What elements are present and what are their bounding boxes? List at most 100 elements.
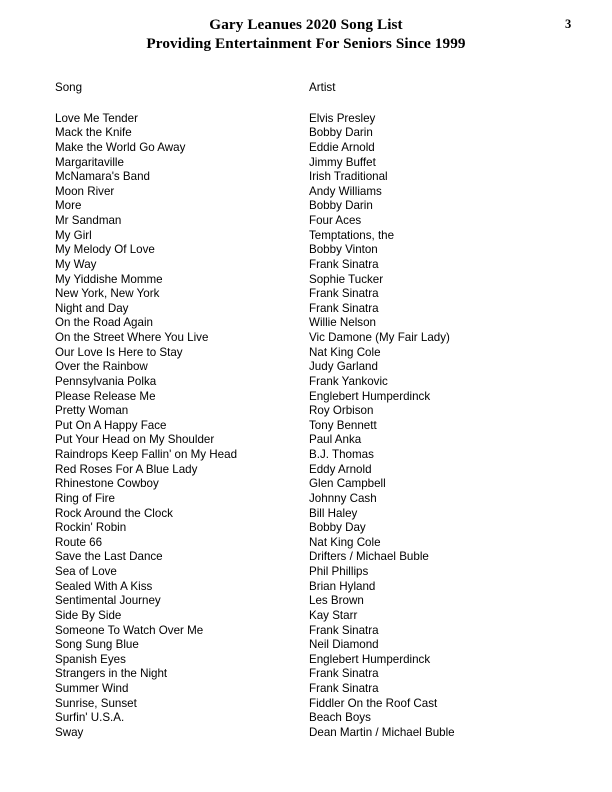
table-row: More Bobby Darin <box>55 199 575 214</box>
table-row: Moon River Andy Williams <box>55 185 575 200</box>
table-row: My Girl Temptations, the <box>55 229 575 244</box>
song-title-cell: Spanish Eyes <box>55 652 126 666</box>
artist-name-cell: Sophie Tucker <box>309 272 384 286</box>
table-header-row: Song Artist <box>55 81 575 96</box>
song-title-cell: Someone To Watch Over Me <box>55 623 204 637</box>
table-row: Side By Side Kay Starr <box>55 609 575 624</box>
song-title-cell: Love Me Tender <box>55 111 138 125</box>
song-title-cell: Mack the Knife <box>55 126 132 140</box>
artist-name-cell: Irish Traditional <box>309 170 388 184</box>
artist-name-cell: Andy Williams <box>309 184 382 198</box>
song-title-cell: Put On A Happy Face <box>55 418 167 432</box>
song-title-cell: Song Sung Blue <box>55 638 139 652</box>
song-title-cell: McNamara's Band <box>55 170 150 184</box>
table-row: Make the World Go Away Eddie Arnold <box>55 141 575 156</box>
song-title-cell: Strangers in the Night <box>55 667 168 681</box>
table-row: Song Sung Blue Neil Diamond <box>55 638 575 653</box>
column-header-artist: Artist <box>309 81 336 94</box>
artist-name-cell: Glen Campbell <box>309 477 386 491</box>
artist-name-cell: Tony Bennett <box>309 418 377 432</box>
artist-name-cell: Neil Diamond <box>309 638 379 652</box>
table-header: Song Artist <box>55 81 575 112</box>
document-page: Gary Leanues 2020 Song List Providing En… <box>0 0 612 792</box>
song-title-cell: New York, New York <box>55 287 160 301</box>
table-row: Please Release Me Englebert Humperdinck <box>55 390 575 405</box>
artist-name-cell: Fiddler On the Roof Cast <box>309 696 438 710</box>
song-title-cell: More <box>55 199 82 213</box>
artist-name-cell: Englebert Humperdinck <box>309 389 431 403</box>
table-row: On the Road Again Willie Nelson <box>55 316 575 331</box>
artist-name-cell: Frank Sinatra <box>309 667 379 681</box>
artist-name-cell: Frank Sinatra <box>309 623 379 637</box>
header-spacer-row <box>55 96 575 112</box>
table-row: Pennsylvania Polka Frank Yankovic <box>55 375 575 390</box>
song-title-cell: On the Street Where You Live <box>55 331 209 344</box>
artist-name-cell: Kay Starr <box>309 608 358 622</box>
table-row: New York, New York Frank Sinatra <box>55 287 575 302</box>
table-row: Rhinestone Cowboy Glen Campbell <box>55 477 575 492</box>
artist-name-cell: Frank Sinatra <box>309 301 379 315</box>
document-title-line-1: Gary Leanues 2020 Song List <box>209 16 403 33</box>
artist-name-cell: Temptations, the <box>309 228 395 242</box>
artist-name-cell: Nat King Cole <box>309 535 381 549</box>
song-title-cell: Put Your Head on My Shoulder <box>55 433 215 447</box>
artist-name-cell: Brian Hyland <box>309 579 376 593</box>
table-row: Summer Wind Frank Sinatra <box>55 682 575 697</box>
song-title-cell: Route 66 <box>55 535 103 549</box>
song-title-cell: My Girl <box>55 228 92 242</box>
table-row: Margaritaville Jimmy Buffet <box>55 156 575 171</box>
table-row: Our Love Is Here to Stay Nat King Cole <box>55 346 575 361</box>
artist-name-cell: B.J. Thomas <box>309 448 374 461</box>
table-row: Love Me Tender Elvis Presley <box>55 112 575 127</box>
artist-name-cell: Les Brown <box>309 594 364 608</box>
artist-name-cell: Judy Garland <box>309 360 378 374</box>
artist-name-cell: Frank Sinatra <box>309 287 379 301</box>
artist-name-cell: Beach Boys <box>309 711 371 725</box>
song-title-cell: Sea of Love <box>55 565 117 578</box>
artist-name-cell: Bobby Day <box>309 521 366 535</box>
artist-name-cell: Eddie Arnold <box>309 140 375 154</box>
table-row: Mack the Knife Bobby Darin <box>55 126 575 141</box>
table-row: Sunrise, Sunset Fiddler On the Roof Cast <box>55 697 575 712</box>
song-title-cell: On the Road Again <box>55 316 153 330</box>
table-row: Strangers in the Night Frank Sinatra <box>55 667 575 682</box>
song-title-cell: Summer Wind <box>55 682 129 695</box>
song-title-cell: Red Roses For A Blue Lady <box>55 462 198 476</box>
artist-name-cell: Paul Anka <box>309 433 362 447</box>
table-row: Someone To Watch Over Me Frank Sinatra <box>55 624 575 639</box>
song-title-cell: My Way <box>55 257 97 271</box>
table-body: Love Me Tender Elvis Presley Mack the Knif… <box>55 112 575 741</box>
column-header-song: Song <box>55 81 83 94</box>
table-row: Pretty Woman Roy Orbison <box>55 404 575 419</box>
table-row: Ring of Fire Johnny Cash <box>55 492 575 507</box>
table-row: My Yiddishe Momme Sophie Tucker <box>55 273 575 288</box>
artist-name-cell: Johnny Cash <box>309 491 377 505</box>
artist-name-cell: Frank Sinatra <box>309 682 379 695</box>
table-row: McNamara's Band Irish Traditional <box>55 170 575 185</box>
artist-name-cell: Dean Martin / Michael Buble <box>309 725 455 739</box>
song-title-cell: Side By Side <box>55 608 122 622</box>
song-title-cell: Sway <box>55 725 84 739</box>
table-row: Put Your Head on My Shoulder Paul Anka <box>55 433 575 448</box>
table-row: Spanish Eyes Englebert Humperdinck <box>55 653 575 668</box>
table-row: Rockin' Robin Bobby Day <box>55 521 575 536</box>
artist-name-cell: Jimmy Buffet <box>309 155 376 169</box>
song-title-cell: Please Release Me <box>55 389 156 403</box>
song-title-cell: Rock Around the Clock <box>55 506 173 520</box>
table-row: Rock Around the Clock Bill Haley <box>55 507 575 522</box>
document-header: Gary Leanues 2020 Song List Providing En… <box>0 16 612 53</box>
artist-name-cell: Frank Yankovic <box>309 374 388 388</box>
table-row: Red Roses For A Blue Lady Eddy Arnold <box>55 463 575 478</box>
table-row: Mr Sandman Four Aces <box>55 214 575 229</box>
song-title-cell: Sentimental Journey <box>55 594 161 608</box>
header-spacer-cell-song <box>55 96 309 112</box>
artist-name-cell: Frank Sinatra <box>309 257 379 271</box>
song-title-cell: Rockin' Robin <box>55 521 127 535</box>
song-title-cell: My Melody Of Love <box>55 243 155 257</box>
song-title-cell: Night and Day <box>55 301 129 315</box>
table-row: Over the Rainbow Judy Garland <box>55 360 575 375</box>
table-row: Sea of Love Phil Phillips <box>55 565 575 580</box>
table-row: Save the Last Dance Drifters / Michael Bu… <box>55 550 575 565</box>
song-title-cell: Over the Rainbow <box>55 360 148 374</box>
table-row: Raindrops Keep Fallin' on My Head B.J. Th… <box>55 448 575 463</box>
